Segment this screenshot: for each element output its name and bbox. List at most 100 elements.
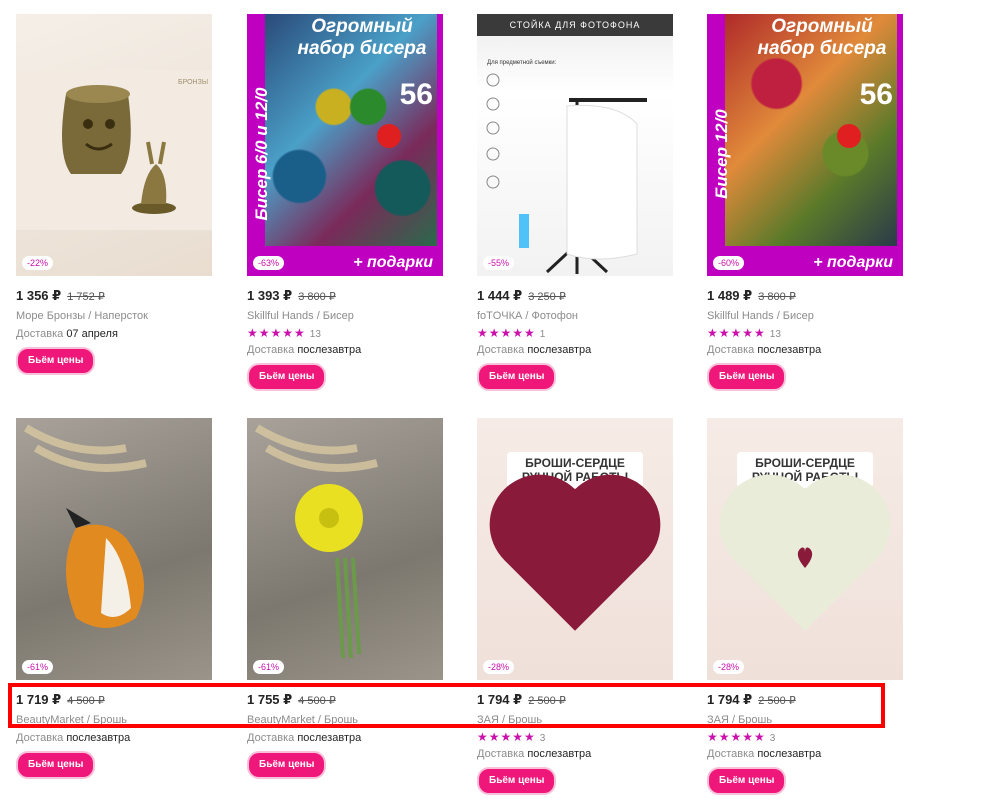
discount-badge: -55% — [483, 256, 515, 270]
price-cut-button[interactable]: Бьём цены — [707, 363, 787, 391]
delivery-info: Доставка послезавтра — [16, 729, 212, 747]
delivery-date: 07 апреля — [66, 328, 118, 340]
discount-badge: -60% — [713, 256, 745, 270]
discount-badge: -61% — [22, 660, 54, 674]
current-price: 1 489 ₽ — [707, 288, 753, 303]
yellow-flower-brooch-image — [254, 424, 378, 659]
product-image[interactable]: БРОНЗЫ -22% — [16, 14, 212, 276]
rating-count: 3 — [539, 733, 546, 744]
price-cut-button[interactable]: Бьём цены — [247, 363, 327, 391]
delivery-label: Доставка — [477, 748, 525, 760]
price-cut-button[interactable]: Бьём цены — [16, 751, 96, 779]
delivery-info: Доставка послезавтра — [707, 341, 903, 359]
product-image[interactable]: БРОШИ-СЕРДЦЕ РУЧНОЙ РАБОТЫ -28% — [707, 418, 903, 680]
old-price: 3 800 ₽ — [298, 291, 336, 303]
price: 1 444 ₽ 3 250 ₽ — [477, 286, 673, 307]
delivery-info: Доставка послезавтра — [247, 341, 443, 359]
delivery-date: послезавтра — [297, 344, 362, 356]
product-image[interactable]: БРОШИ-СЕРДЦЕ РУЧНОЙ РАБОТЫ -28% — [477, 418, 673, 680]
product-card[interactable]: Огромный набор бисера Бисер 12/0 56 + по… — [707, 14, 903, 391]
delivery-info: Доставка послезавтра — [707, 745, 903, 763]
delivery-date: послезавтра — [297, 732, 362, 744]
price-cut-button[interactable]: Бьём цены — [247, 751, 327, 779]
price-cut-button[interactable]: Бьём цены — [16, 347, 96, 375]
discount-badge: -22% — [22, 256, 54, 270]
delivery-label: Доставка — [247, 344, 295, 356]
fox-brooch-image — [23, 424, 147, 628]
delivery-info: Доставка послезавтра — [247, 729, 443, 747]
star-icons: ★★★★★ — [707, 326, 766, 340]
current-price: 1 356 ₽ — [16, 288, 62, 303]
brand-name[interactable]: Skillful Hands / Бисер — [707, 307, 903, 325]
delivery-date: послезавтра — [66, 732, 131, 744]
price: 1 393 ₽ 3 800 ₽ — [247, 286, 443, 307]
product-image[interactable]: -61% — [247, 418, 443, 680]
photo-stand-image: Для предметной съемки: — [486, 59, 647, 274]
star-icons: ★★★★★ — [247, 326, 306, 340]
delivery-label: Доставка — [707, 748, 755, 760]
play-icon — [377, 124, 401, 148]
discount-badge: -61% — [253, 660, 285, 674]
delivery-date: послезавтра — [757, 344, 822, 356]
delivery-info: Доставка послезавтра — [477, 341, 673, 359]
image-vertical-text: Бисер 6/0 и 12/0 — [252, 87, 271, 221]
price: 1 356 ₽ 1 752 ₽ — [16, 286, 212, 307]
price-cut-button[interactable]: Бьём цены — [477, 363, 557, 391]
price-cut-button[interactable]: Бьём цены — [477, 767, 557, 795]
old-price: 3 800 ₽ — [758, 291, 796, 303]
delivery-label: Доставка — [707, 344, 755, 356]
rating-stars: ★★★★★ 1 — [477, 325, 673, 341]
image-vertical-text: Бисер 12/0 — [712, 109, 731, 199]
brand-name[interactable]: Skillful Hands / Бисер — [247, 307, 443, 325]
delivery-info: Доставка 07 апреля — [16, 325, 212, 343]
delivery-info: Доставка послезавтра — [477, 745, 673, 763]
image-gift-text: + подарки — [353, 254, 433, 271]
delivery-date: послезавтра — [527, 748, 592, 760]
play-icon — [837, 124, 861, 148]
rating-stars: ★★★★★ 3 — [707, 729, 903, 745]
old-price: 1 752 ₽ — [67, 291, 105, 303]
product-image[interactable]: Огромный набор бисера Бисер 6/0 и 12/0 5… — [247, 14, 443, 276]
product-card[interactable]: БРОШИ-СЕРДЦЕ РУЧНОЙ РАБОТЫ -28% 1 794 ₽2… — [707, 418, 903, 795]
star-icons: ★★★★★ — [477, 326, 536, 340]
image-colors-count: 56 — [399, 78, 433, 111]
image-title: Огромный набор бисера — [297, 16, 427, 59]
product-card[interactable]: БРОШИ-СЕРДЦЕ РУЧНОЙ РАБОТЫ -28% 1 794 ₽2… — [477, 418, 673, 795]
bronze-figurine-image: БРОНЗЫ — [16, 70, 212, 230]
rating-stars: ★★★★★ 13 — [247, 325, 443, 341]
product-image[interactable]: Огромный набор бисера Бисер 12/0 56 + по… — [707, 14, 903, 276]
rating-count: 3 — [769, 733, 776, 744]
brand-name[interactable]: foTOЧКА / Фотофон — [477, 307, 673, 325]
product-card[interactable]: Огромный набор бисера Бисер 6/0 и 12/0 5… — [247, 14, 443, 391]
rating-count: 13 — [769, 329, 781, 340]
rating-count: 1 — [539, 329, 546, 340]
product-image[interactable]: -61% — [16, 418, 212, 680]
svg-text:БРОНЗЫ: БРОНЗЫ — [178, 79, 208, 86]
discount-badge: -63% — [253, 256, 285, 270]
delivery-date: послезавтра — [527, 344, 592, 356]
delivery-date: послезавтра — [757, 748, 822, 760]
image-gift-text: + подарки — [813, 254, 893, 271]
current-price: 1 393 ₽ — [247, 288, 293, 303]
star-icons: ★★★★★ — [477, 730, 536, 744]
product-card[interactable]: СТОЙКА ДЛЯ ФОТОФОНА Для предметной съемк… — [477, 14, 673, 391]
small-heart-icon — [797, 547, 813, 568]
discount-badge: -28% — [483, 660, 515, 674]
rating-stars: ★★★★★ 3 — [477, 729, 673, 745]
price-cut-button[interactable]: Бьём цены — [707, 767, 787, 795]
price: 1 489 ₽ 3 800 ₽ — [707, 286, 903, 307]
product-image[interactable]: СТОЙКА ДЛЯ ФОТОФОНА Для предметной съемк… — [477, 14, 673, 276]
delivery-label: Доставка — [16, 732, 64, 744]
brand-name[interactable]: Море Бронзы / Наперсток — [16, 307, 212, 325]
product-card[interactable]: БРОНЗЫ -22% 1 356 ₽ 1 752 ₽ Море Бронзы /… — [16, 14, 212, 375]
image-colors-count: 56 — [859, 78, 893, 111]
highlight-box — [8, 683, 885, 728]
delivery-label: Доставка — [247, 732, 295, 744]
rating-stars: ★★★★★ 13 — [707, 325, 903, 341]
delivery-label: Доставка — [16, 328, 64, 340]
svg-text:Для предметной съемки:: Для предметной съемки: — [487, 59, 557, 66]
current-price: 1 444 ₽ — [477, 288, 523, 303]
rating-count: 13 — [309, 329, 321, 340]
image-title: Огромный набор бисера — [757, 16, 887, 59]
star-icons: ★★★★★ — [707, 730, 766, 744]
